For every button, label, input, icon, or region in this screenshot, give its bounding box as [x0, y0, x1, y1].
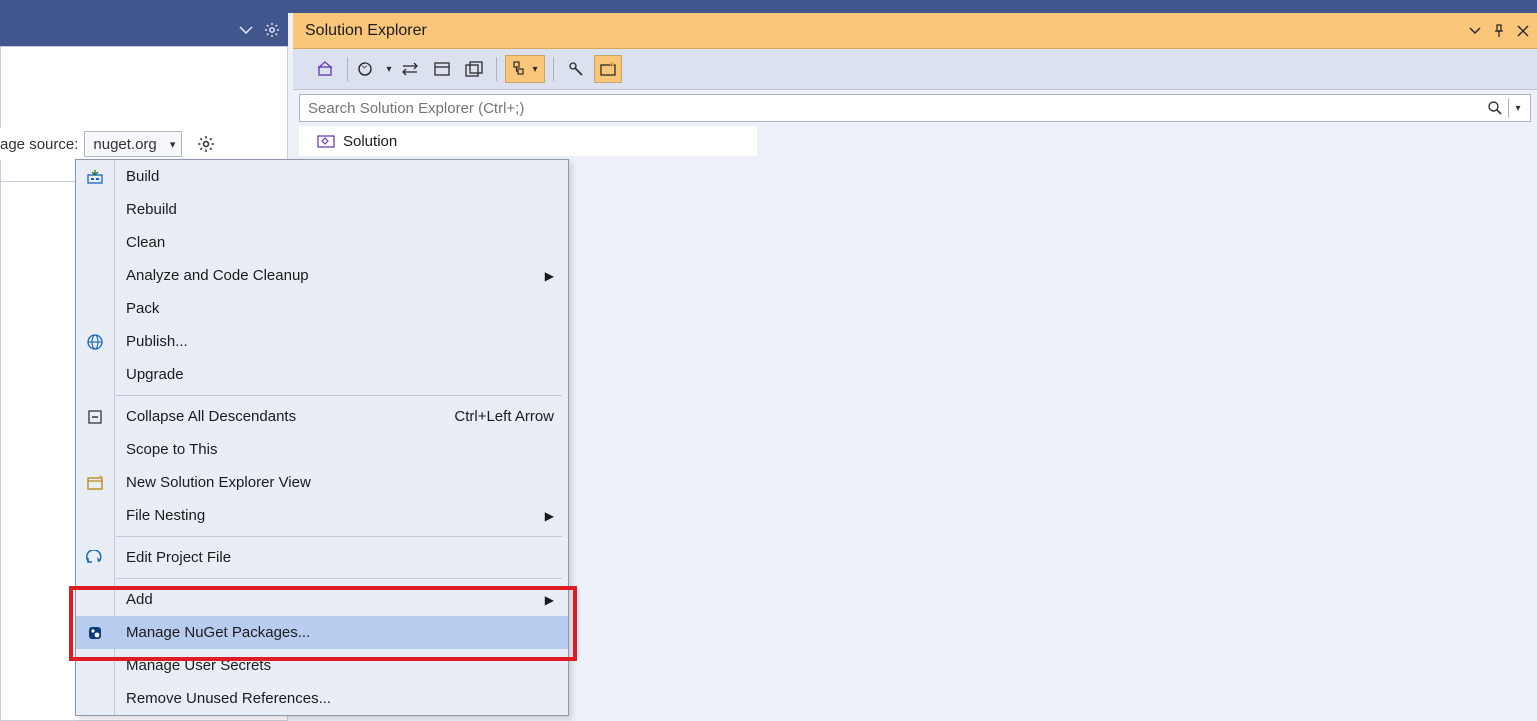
menu-item[interactable]: Publish... — [76, 325, 568, 358]
close-icon[interactable] — [1513, 21, 1533, 41]
search-icon[interactable] — [1485, 98, 1505, 118]
blank-icon — [84, 589, 106, 611]
globe-icon — [84, 331, 106, 353]
menu-separator — [116, 536, 562, 537]
menu-item-label: Add — [126, 591, 153, 608]
submenu-arrow-icon: ▶ — [545, 593, 554, 607]
menu-item[interactable]: Remove Unused References... — [76, 682, 568, 715]
window-position-icon[interactable] — [1465, 21, 1485, 41]
project-context-menu: Build Rebuild Clean Analyze and Code Cleanu… — [75, 159, 569, 716]
solution-explorer-title: Solution Explorer — [305, 22, 427, 40]
menu-item[interactable]: Analyze and Code Cleanup ▶ — [76, 259, 568, 292]
window-icon[interactable] — [428, 55, 456, 83]
blank-icon — [84, 298, 106, 320]
collapse-icon — [84, 406, 106, 428]
menu-item-label: Clean — [126, 234, 165, 251]
menu-item[interactable]: Add ▶ — [76, 583, 568, 616]
solution-explorer-toolbar: ▾ ▾ — [293, 49, 1537, 90]
solution-explorer-titlebar[interactable]: Solution Explorer — [293, 13, 1537, 49]
edit-icon — [84, 547, 106, 569]
menu-item-label: Rebuild — [126, 201, 177, 218]
menu-item[interactable]: Clean — [76, 226, 568, 259]
package-source-settings-button[interactable] — [192, 131, 220, 157]
menu-item[interactable]: Collapse All Descendants Ctrl+Left Arrow — [76, 400, 568, 433]
gear-icon[interactable] — [262, 20, 282, 40]
blank-icon — [84, 688, 106, 710]
blank-icon — [84, 364, 106, 386]
menu-item-label: Analyze and Code Cleanup — [126, 267, 309, 284]
left-panel-header — [0, 13, 288, 46]
menu-item[interactable]: File Nesting ▶ — [76, 499, 568, 532]
toolbar-separator — [496, 57, 497, 81]
blank-icon — [84, 232, 106, 254]
search-options-dropdown[interactable]: ▾ — [1508, 98, 1527, 118]
menu-item[interactable]: Pack — [76, 292, 568, 325]
menu-item-label: Remove Unused References... — [126, 690, 331, 707]
menu-item-label: Manage User Secrets — [126, 657, 271, 674]
submenu-arrow-icon: ▶ — [545, 509, 554, 523]
menu-item-label: Upgrade — [126, 366, 184, 383]
menu-separator — [116, 395, 562, 396]
preview-icon[interactable] — [594, 55, 622, 83]
solution-explorer-search: ▾ — [299, 94, 1531, 122]
submenu-arrow-icon: ▶ — [545, 269, 554, 283]
menu-item-label: New Solution Explorer View — [126, 474, 311, 491]
new-view-icon — [84, 472, 106, 494]
windows-icon[interactable] — [460, 55, 488, 83]
menu-item[interactable]: Scope to This — [76, 433, 568, 466]
blank-icon — [84, 655, 106, 677]
menu-item[interactable]: Rebuild — [76, 193, 568, 226]
menu-item-label: Manage NuGet Packages... — [126, 624, 310, 641]
menu-item-label: Build — [126, 168, 159, 185]
window-rim — [0, 0, 1537, 13]
menu-item[interactable]: Manage NuGet Packages... — [76, 616, 568, 649]
show-all-files-icon[interactable]: ▾ — [505, 55, 545, 83]
build-icon — [84, 166, 106, 188]
menu-item[interactable]: Edit Project File — [76, 541, 568, 574]
toolbar-separator — [347, 57, 348, 81]
sync-icon[interactable] — [396, 55, 424, 83]
menu-item[interactable]: Manage User Secrets — [76, 649, 568, 682]
blank-icon — [84, 439, 106, 461]
tree-root-label: Solution — [343, 133, 397, 150]
menu-item-label: Pack — [126, 300, 159, 317]
solution-icon — [317, 133, 335, 149]
nuget-icon — [84, 622, 106, 644]
toolbar-separator — [553, 57, 554, 81]
menu-item[interactable]: Build — [76, 160, 568, 193]
panel-options-dropdown[interactable] — [236, 20, 256, 40]
blank-icon — [84, 265, 106, 287]
menu-item-label: Edit Project File — [126, 549, 231, 566]
search-input[interactable] — [299, 94, 1531, 122]
package-source-label: age source: — [0, 136, 84, 153]
menu-item-label: Publish... — [126, 333, 188, 350]
blank-icon — [84, 199, 106, 221]
blank-icon — [84, 505, 106, 527]
package-source-select[interactable]: nuget.org ▾ — [84, 131, 182, 157]
package-source-value: nuget.org — [93, 136, 156, 153]
menu-item-label: Collapse All Descendants — [126, 408, 296, 425]
back-nav-icon[interactable]: ▾ — [356, 55, 392, 83]
chevron-down-icon: ▾ — [170, 138, 176, 151]
menu-shortcut: Ctrl+Left Arrow — [454, 408, 554, 425]
menu-separator — [116, 578, 562, 579]
package-source-row: age source: nuget.org ▾ — [0, 128, 256, 160]
menu-item[interactable]: Upgrade — [76, 358, 568, 391]
properties-icon[interactable] — [562, 55, 590, 83]
tree-root-node[interactable]: Solution — [299, 126, 757, 156]
solution-tree: Solution — [299, 126, 1531, 156]
menu-item-label: File Nesting — [126, 507, 205, 524]
home-icon[interactable] — [311, 55, 339, 83]
menu-item-label: Scope to This — [126, 441, 217, 458]
menu-item[interactable]: New Solution Explorer View — [76, 466, 568, 499]
pin-icon[interactable] — [1489, 21, 1509, 41]
